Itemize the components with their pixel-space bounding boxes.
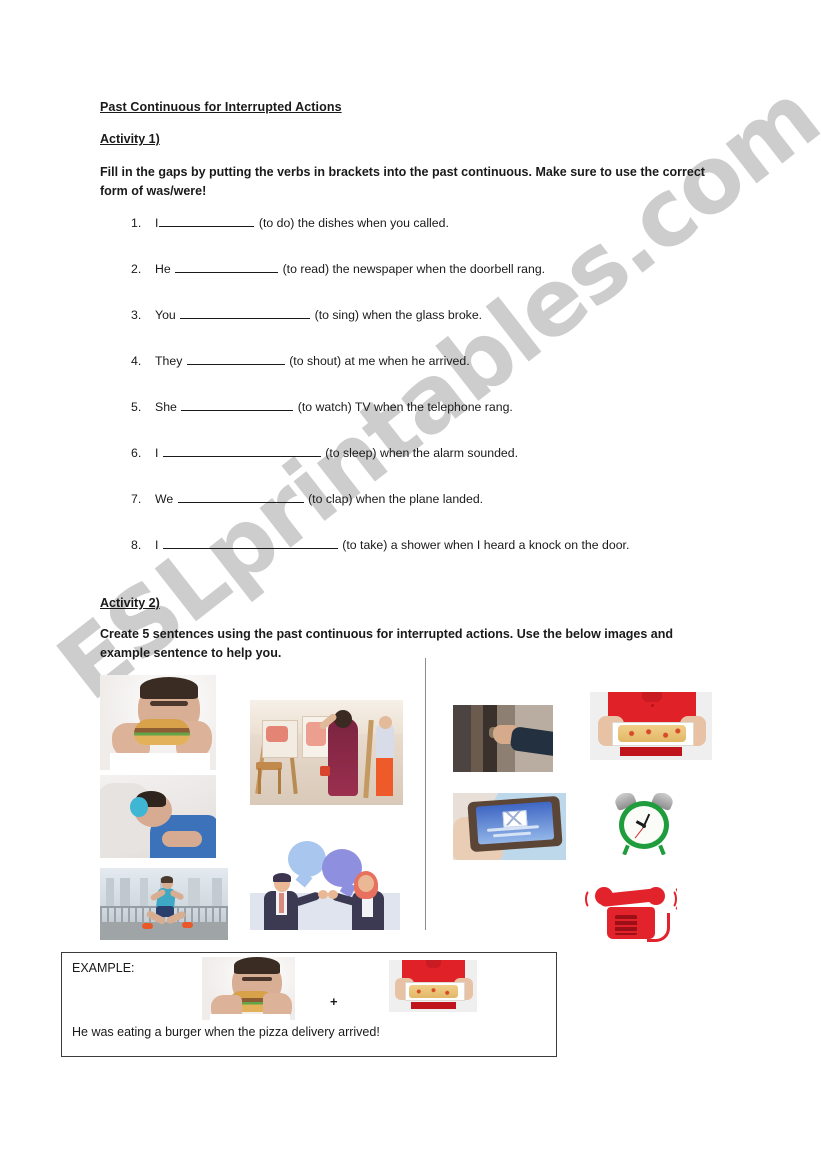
image-pizza-delivery: [590, 692, 712, 760]
image-two-people-talking: [250, 835, 400, 930]
image-art-class-painting: [250, 700, 403, 805]
worksheet-content: Past Continuous for Interrupted Actions …: [0, 0, 821, 1161]
worksheet-page: ESLprintables.com Past Continuous for In…: [0, 0, 821, 1161]
image-man-eating-burger: [100, 675, 216, 770]
image-phone-new-message: [453, 793, 566, 860]
image-woman-jogging: [100, 868, 228, 940]
column-divider: [425, 658, 426, 930]
example-sentence: He was eating a burger when the pizza de…: [72, 1025, 380, 1039]
example-box: EXAMPLE: + He was eating a burger when t…: [61, 952, 557, 1057]
image-red-ringing-telephone: [585, 883, 677, 945]
image-green-alarm-clock: [613, 793, 675, 855]
example-image-man-eating-burger: [202, 957, 295, 1020]
image-man-sleeping-with-headphones: [100, 775, 216, 858]
example-label: EXAMPLE:: [72, 961, 135, 975]
example-plus-sign: +: [330, 994, 338, 1009]
example-image-pizza-delivery: [389, 960, 477, 1012]
image-hand-on-doorknob: [453, 705, 553, 772]
